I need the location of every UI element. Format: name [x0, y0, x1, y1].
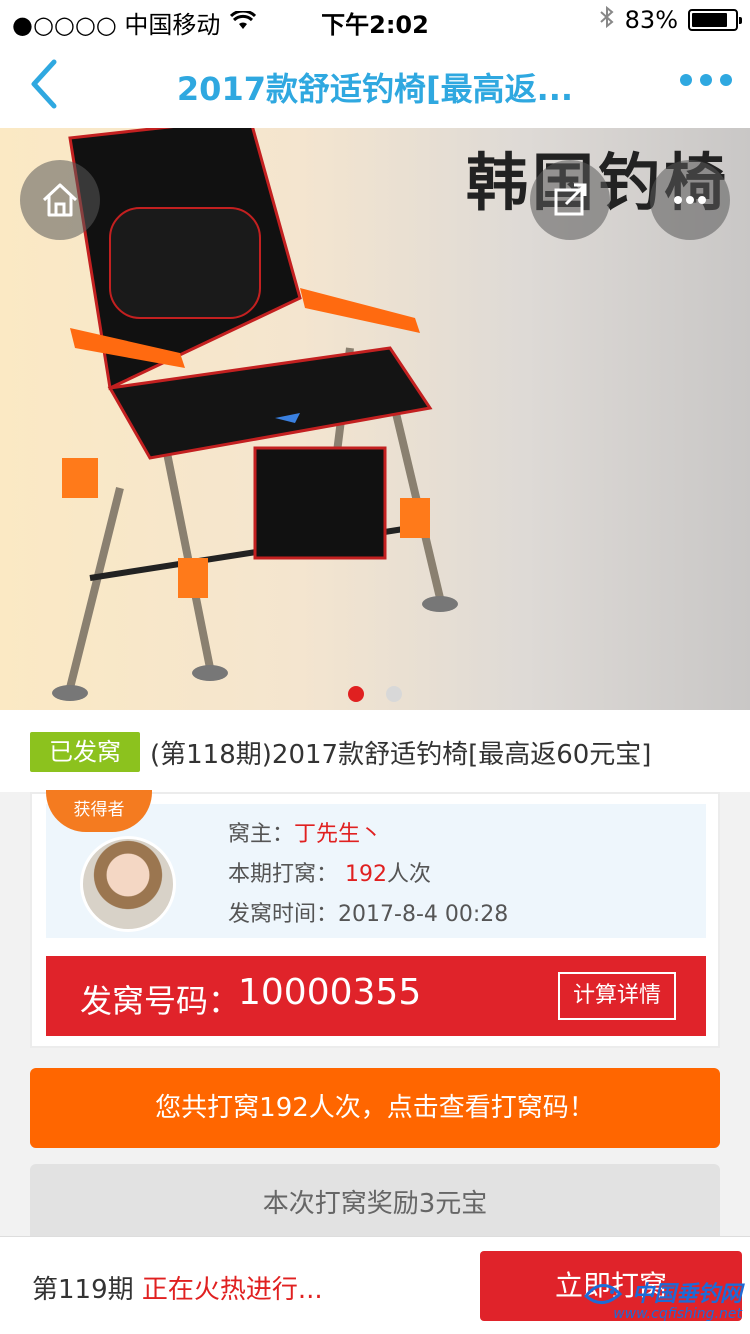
carousel-dot[interactable]	[348, 686, 364, 702]
battery-icon	[688, 9, 742, 31]
more-dot-icon	[720, 74, 732, 86]
page: ●○○○○ 中国移动 下午2:02 83% 2017款舒适钓椅[最高返... 已…	[0, 0, 750, 1334]
winner-ribbon: 获得者	[46, 790, 152, 832]
count-label: 本期打窝：	[228, 862, 339, 887]
code-value: 10000355	[238, 972, 422, 1013]
product-image-carousel[interactable]: 韩国钓椅	[0, 128, 750, 710]
period-number: 第119期	[32, 1275, 134, 1305]
more-button[interactable]	[680, 74, 732, 86]
calc-details-button[interactable]: 计算详情	[558, 972, 676, 1020]
owner-name[interactable]: 丁先生丶	[294, 822, 382, 847]
period-status: 正在火热进行...	[141, 1275, 323, 1305]
avatar[interactable]	[80, 836, 176, 932]
status-bar: ●○○○○ 中国移动 下午2:02 83%	[0, 0, 750, 40]
hero-more-button[interactable]	[650, 160, 730, 240]
next-period: 第119期 正在火热进行...	[32, 1269, 323, 1306]
view-codes-button[interactable]: 您共打窝192人次，点击查看打窝码！	[30, 1068, 720, 1148]
product-title-row: 已发窝 (第118期)2017款舒适钓椅[最高返60元宝]	[0, 710, 750, 792]
more-dot-icon	[680, 74, 692, 86]
carousel-indicator	[0, 686, 750, 702]
time-value: 2017-8-4 00:28	[338, 902, 509, 927]
time-line: 发窝时间：2017-8-4 00:28	[228, 896, 508, 928]
status-badge: 已发窝	[30, 732, 140, 772]
battery-fill	[692, 13, 727, 27]
bluetooth-icon	[599, 5, 615, 35]
share-button[interactable]	[530, 160, 610, 240]
home-icon	[42, 183, 78, 217]
watermark-url: www.cqfishing.net	[613, 1306, 742, 1322]
watermark: 中国垂钓网 www.cqfishing.net	[582, 1272, 742, 1328]
battery-percent: 83%	[624, 6, 678, 34]
owner-line: 窝主：丁先生丶	[228, 816, 382, 848]
status-right: 83%	[599, 5, 742, 35]
fishing-chair-image	[52, 128, 458, 701]
share-icon	[554, 183, 587, 216]
count-line: 本期打窝： 192人次	[228, 856, 431, 888]
home-button[interactable]	[20, 160, 100, 240]
count-value: 192	[345, 862, 388, 887]
more-horizontal-icon	[674, 196, 706, 204]
chevron-left-icon	[31, 59, 57, 109]
product-title: (第118期)2017款舒适钓椅[最高返60元宝]	[150, 740, 652, 770]
winner-info: 获得者 窝主：丁先生丶 本期打窝： 192人次 发窝时间：2017-8-4 00…	[46, 790, 706, 938]
bottom-bar: 第119期 正在火热进行... 立即打窝 中国垂钓网 www.cqfishing…	[0, 1236, 750, 1334]
watermark-title: 中国垂钓网	[631, 1282, 742, 1307]
winning-code-bar: 发窝号码： 10000355 计算详情	[46, 956, 706, 1036]
reward-button[interactable]: 本次打窝奖励3元宝	[30, 1164, 720, 1244]
code-label: 发窝号码：	[80, 982, 241, 1020]
carousel-dot[interactable]	[386, 686, 402, 702]
winner-card: 获得者 窝主：丁先生丶 本期打窝： 192人次 发窝时间：2017-8-4 00…	[30, 790, 720, 1048]
nav-bar: 2017款舒适钓椅[最高返...	[0, 40, 750, 128]
count-unit: 人次	[387, 862, 432, 887]
more-dot-icon	[700, 74, 712, 86]
page-title: 2017款舒适钓椅[最高返...	[176, 70, 574, 108]
owner-label: 窝主：	[228, 822, 295, 847]
back-button[interactable]	[24, 54, 74, 114]
time-label: 发窝时间：	[228, 902, 339, 927]
